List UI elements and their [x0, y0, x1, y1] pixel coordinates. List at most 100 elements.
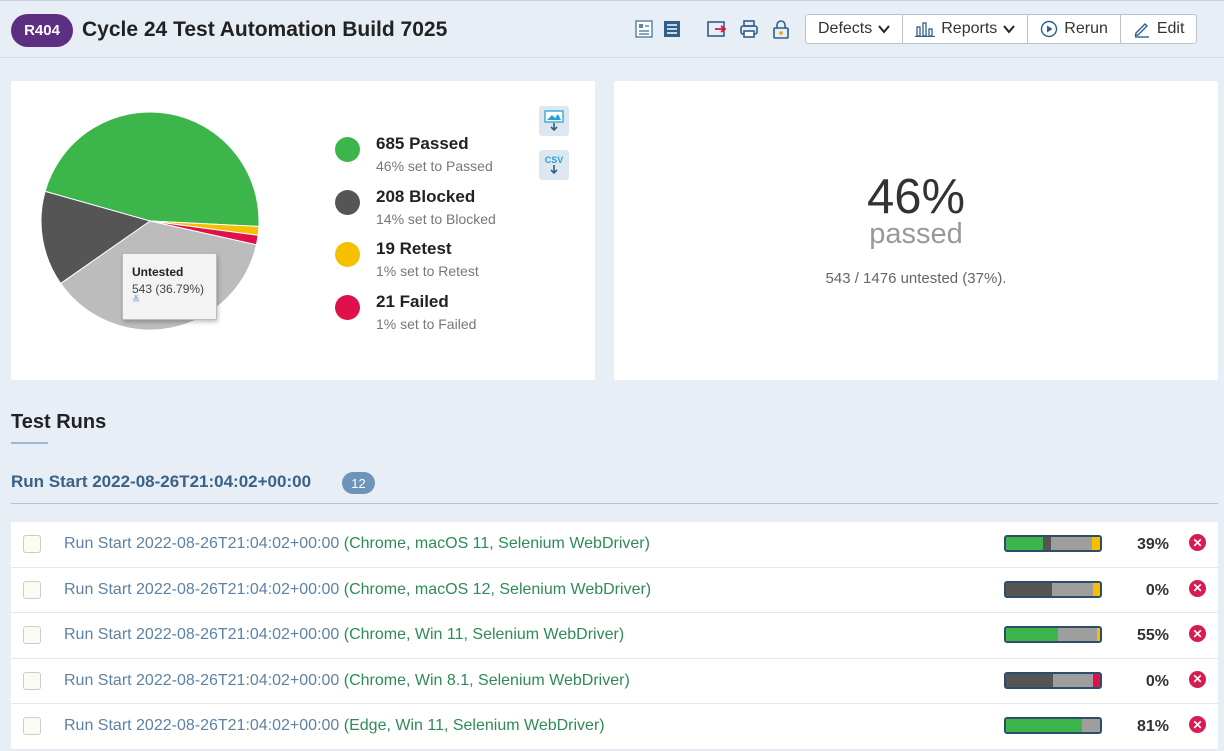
legend-item-blocked: 208 Blocked 14% set to Blocked: [335, 187, 496, 227]
run-group-count: 12: [342, 472, 375, 494]
summary-card: Untested 543 (36.79%) ≚ 685 Passed 46% se…: [11, 81, 595, 380]
tooltip-title: Untested: [132, 265, 184, 279]
chart-tooltip: Untested 543 (36.79%) ≚: [122, 253, 217, 320]
defects-button[interactable]: Defects: [806, 15, 904, 43]
run-config: (Chrome, macOS 11, Selenium WebDriver): [343, 535, 650, 552]
legend-sub: 14% set to Blocked: [376, 211, 496, 227]
progress-segment-blocked: [1042, 537, 1052, 550]
progress-segment-blocked: [1006, 673, 1053, 687]
run-config: (Edge, Win 11, Selenium WebDriver): [343, 717, 605, 734]
progress-segment-passed: [1006, 719, 1083, 732]
failed-dot: [335, 295, 360, 320]
page-header: R404 Cycle 24 Test Automation Build 7025…: [0, 0, 1224, 58]
download-arrow-icon: [550, 165, 558, 175]
progress-segment-passed: [1006, 537, 1043, 550]
legend-main: 21 Failed: [376, 292, 449, 311]
reports-button[interactable]: Reports: [903, 15, 1029, 43]
list-view-icon[interactable]: [660, 17, 684, 41]
retest-dot: [335, 242, 360, 267]
run-percent: 0%: [1145, 672, 1169, 690]
edit-label: Edit: [1156, 20, 1185, 37]
run-checkbox[interactable]: [23, 535, 41, 553]
section-title: Test Runs: [11, 411, 107, 433]
run-progress-bar: [1004, 717, 1102, 734]
progress-segment-untested: [1057, 628, 1098, 641]
export-csv-button[interactable]: CSV: [539, 150, 569, 180]
passed-dot: [335, 137, 360, 162]
legend-main: 208 Blocked: [376, 187, 476, 206]
passed-percentage: 46%: [866, 170, 966, 224]
print-icon[interactable]: [737, 17, 761, 41]
legend-sub: 46% set to Passed: [376, 158, 493, 174]
run-row: Run Start 2022-08-26T21:04:02+00:00 (Edg…: [11, 704, 1218, 750]
legend-item-retest: 19 Retest 1% set to Retest: [335, 239, 479, 279]
progress-segment-passed: [1006, 628, 1058, 641]
legend-main: 685 Passed: [376, 134, 469, 153]
page-title: Cycle 24 Test Automation Build 7025: [82, 18, 448, 41]
progress-segment-untested: [1052, 582, 1094, 596]
run-progress-bar: [1004, 535, 1102, 552]
section-underline: [11, 442, 48, 444]
blocked-dot: [335, 190, 360, 215]
progress-segment-failed: [1093, 673, 1100, 687]
run-checkbox[interactable]: [23, 671, 41, 690]
run-link[interactable]: Run Start 2022-08-26T21:04:02+00:00: [64, 581, 339, 598]
untested-summary: 543 / 1476 untested (37%).: [825, 270, 1007, 287]
delete-run-icon[interactable]: ✕: [1189, 716, 1206, 733]
run-link[interactable]: Run Start 2022-08-26T21:04:02+00:00: [64, 626, 339, 643]
edit-button[interactable]: Edit: [1121, 15, 1197, 43]
reports-label: Reports: [941, 20, 998, 37]
toolbar: Defects Reports Rerun Edit: [805, 14, 1198, 44]
run-link[interactable]: Run Start 2022-08-26T21:04:02+00:00: [64, 672, 339, 689]
csv-label: CSV: [544, 155, 564, 165]
run-config: (Chrome, macOS 12, Selenium WebDriver): [343, 580, 652, 598]
run-row: Run Start 2022-08-26T21:04:02+00:00 (Chr…: [11, 568, 1218, 613]
export-image-button[interactable]: [539, 106, 569, 136]
run-config: (Chrome, Win 11, Selenium WebDriver): [343, 626, 625, 643]
run-row: Run Start 2022-08-26T21:04:02+00:00 (Chr…: [11, 659, 1218, 704]
legend-item-failed: 21 Failed 1% set to Failed: [335, 292, 476, 332]
legend-item-passed: 685 Passed 46% set to Passed: [335, 134, 493, 174]
chart-bars-icon: [915, 22, 936, 37]
progress-segment-blocked: [1006, 582, 1053, 596]
run-percent: 0%: [1145, 581, 1169, 599]
rerun-label: Rerun: [1064, 20, 1108, 37]
run-id-badge: R404: [11, 14, 73, 47]
progress-segment-untested: [1082, 719, 1100, 732]
chevron-down-icon: [1003, 25, 1016, 34]
run-progress-bar: [1004, 671, 1102, 689]
run-group-title[interactable]: Run Start 2022-08-26T21:04:02+00:00: [11, 472, 311, 492]
run-checkbox[interactable]: [23, 626, 41, 644]
chevron-down-icon: [878, 25, 891, 34]
divider: [11, 503, 1218, 504]
tooltip-drag-icon: ≚: [132, 295, 141, 306]
delete-run-icon[interactable]: ✕: [1189, 670, 1206, 688]
run-checkbox[interactable]: [23, 717, 41, 735]
delete-run-icon[interactable]: ✕: [1189, 579, 1206, 597]
run-config: (Chrome, Win 8.1, Selenium WebDriver): [343, 671, 630, 689]
run-checkbox[interactable]: [23, 580, 41, 599]
run-row: Run Start 2022-08-26T21:04:02+00:00 (Chr…: [11, 522, 1218, 568]
pencil-icon: [1134, 23, 1149, 38]
rerun-button[interactable]: Rerun: [1028, 15, 1121, 43]
legend-sub: 1% set to Retest: [376, 263, 479, 279]
run-percent: 39%: [1136, 536, 1169, 553]
details-view-icon[interactable]: [632, 17, 656, 41]
progress-segment-retest: [1091, 537, 1100, 550]
delete-run-icon[interactable]: ✕: [1189, 534, 1206, 551]
run-link[interactable]: Run Start 2022-08-26T21:04:02+00:00: [64, 717, 339, 734]
run-progress-bar: [1004, 580, 1102, 598]
progress-segment-retest: [1097, 628, 1100, 641]
export-icon[interactable]: [705, 17, 729, 41]
progress-segment-retest: [1093, 582, 1100, 596]
run-percent: 81%: [1136, 718, 1169, 735]
lock-icon[interactable]: [769, 17, 793, 41]
tooltip-value: 543 (36.79%): [132, 282, 205, 296]
legend-main: 19 Retest: [376, 239, 452, 258]
run-link[interactable]: Run Start 2022-08-26T21:04:02+00:00: [64, 535, 339, 552]
run-progress-bar: [1004, 626, 1102, 643]
run-percent: 55%: [1136, 627, 1169, 644]
delete-run-icon[interactable]: ✕: [1189, 625, 1206, 642]
defects-label: Defects: [818, 20, 873, 37]
play-circle-icon: [1041, 20, 1058, 38]
